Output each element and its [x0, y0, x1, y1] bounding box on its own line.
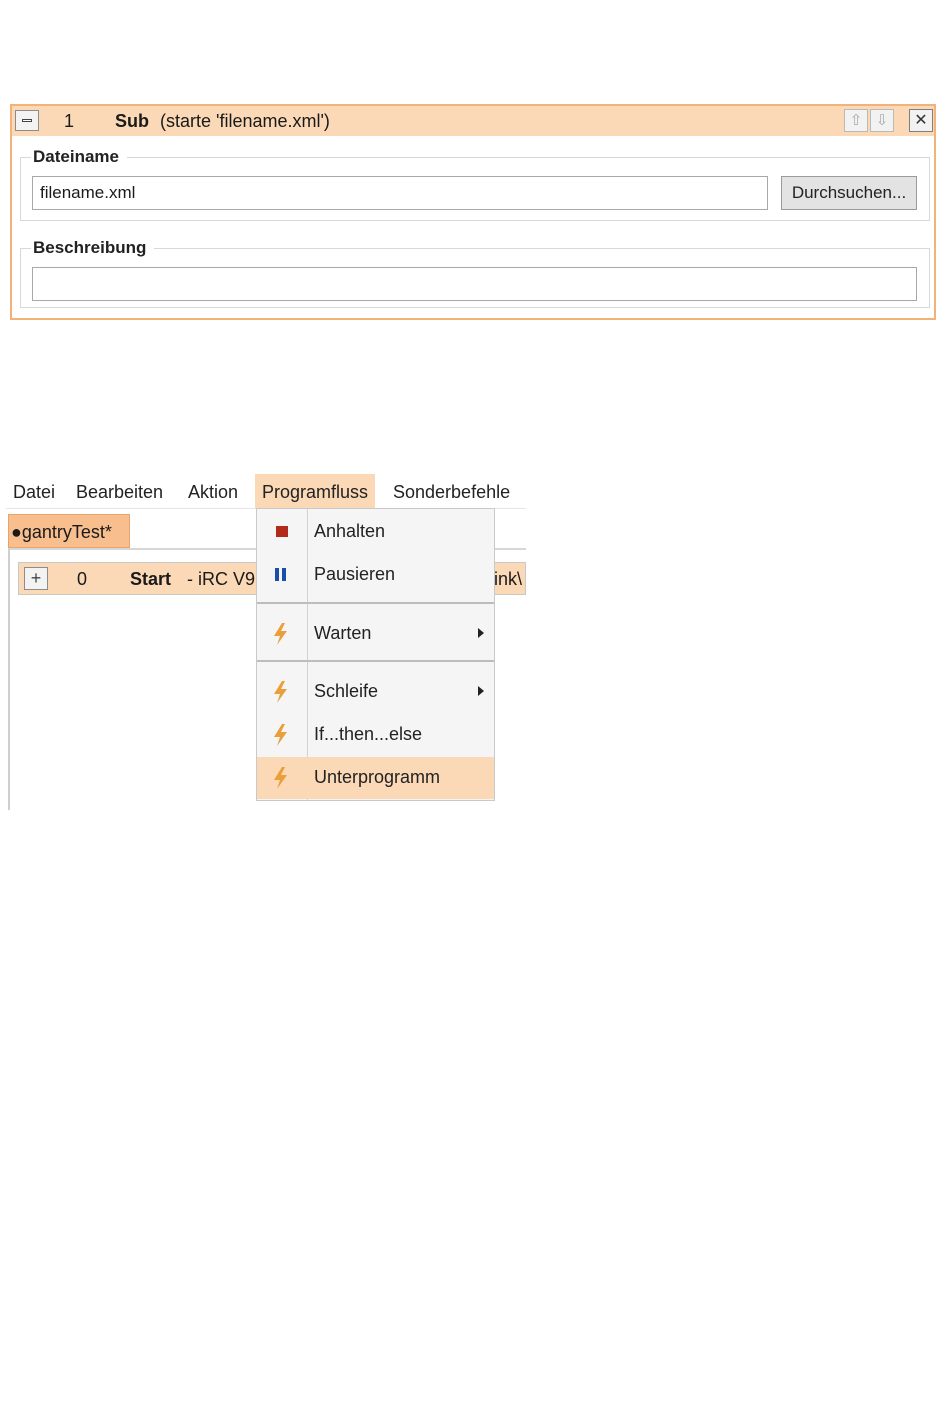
menu-item-label: Schleife [314, 681, 379, 701]
plus-icon: + [30, 568, 42, 588]
pause-icon [275, 568, 286, 581]
sub-block-panel: 1 Sub (starte 'filename.xml') ⇧ ⇩ ✕ Date… [10, 104, 936, 320]
submenu-arrow-icon [478, 628, 484, 638]
move-up-button[interactable]: ⇧ [844, 109, 868, 132]
expand-button[interactable]: + [24, 567, 48, 590]
programfluss-dropdown: Anhalten Pausieren Warten Schleife If...… [256, 508, 495, 801]
menu-item-anhalten[interactable]: Anhalten [257, 511, 494, 553]
description-group-title: Beschreibung [31, 238, 155, 258]
menu-item-schleife[interactable]: Schleife [257, 671, 494, 713]
menu-item-label: Warten [314, 623, 372, 643]
menu-item-if-then-else[interactable]: If...then...else [257, 714, 494, 756]
description-input[interactable] [32, 267, 917, 301]
block-type: Sub [115, 111, 149, 131]
start-block-description-tail: ink\ [494, 569, 523, 589]
lightning-icon [274, 681, 287, 703]
menu-programfluss[interactable]: Programfluss [255, 474, 376, 508]
stop-icon [276, 526, 288, 537]
move-down-button[interactable]: ⇩ [870, 109, 894, 132]
menu-sonderbefehle[interactable]: Sonderbefehle [386, 474, 517, 508]
menu-item-label: If...then...else [314, 724, 423, 744]
close-icon: ✕ [914, 112, 928, 129]
block-number: 1 [64, 111, 75, 131]
start-block-number: 0 [77, 569, 88, 589]
menu-bearbeiten[interactable]: Bearbeiten [69, 474, 170, 508]
menu-datei[interactable]: Datei [6, 474, 62, 508]
menu-bar: Datei Bearbeiten Aktion Programfluss Son… [6, 474, 526, 509]
lightning-icon [274, 767, 287, 789]
tab-gantrytest[interactable]: ●gantryTest* [8, 514, 130, 548]
filename-group-title: Dateiname [31, 147, 127, 167]
menu-separator [257, 602, 494, 604]
menu-separator [257, 660, 494, 662]
menu-aktion[interactable]: Aktion [181, 474, 245, 508]
menu-item-warten[interactable]: Warten [257, 613, 494, 655]
menu-item-label: Anhalten [314, 521, 386, 541]
browse-button[interactable]: Durchsuchen... [781, 176, 917, 210]
sub-block-header: 1 Sub (starte 'filename.xml') ⇧ ⇩ ✕ [12, 106, 934, 136]
filename-input[interactable]: filename.xml [32, 176, 768, 210]
lightning-icon [274, 623, 287, 645]
menu-item-label: Unterprogramm [314, 767, 441, 787]
close-button[interactable]: ✕ [909, 109, 933, 132]
collapse-button[interactable] [15, 110, 39, 131]
start-block-type: Start [130, 569, 172, 589]
block-description: (starte 'filename.xml') [160, 111, 330, 131]
menu-item-pausieren[interactable]: Pausieren [257, 554, 494, 596]
start-block-description: - iRC V9 [187, 569, 256, 589]
submenu-arrow-icon [478, 686, 484, 696]
filename-group: Dateiname filename.xml Durchsuchen... [20, 147, 930, 221]
description-group: Beschreibung [20, 238, 930, 308]
arrow-down-icon: ⇩ [875, 112, 889, 129]
lightning-icon [274, 724, 287, 746]
menu-item-label: Pausieren [314, 564, 396, 584]
arrow-up-icon: ⇧ [849, 112, 863, 129]
menu-item-unterprogramm[interactable]: Unterprogramm [257, 757, 494, 799]
